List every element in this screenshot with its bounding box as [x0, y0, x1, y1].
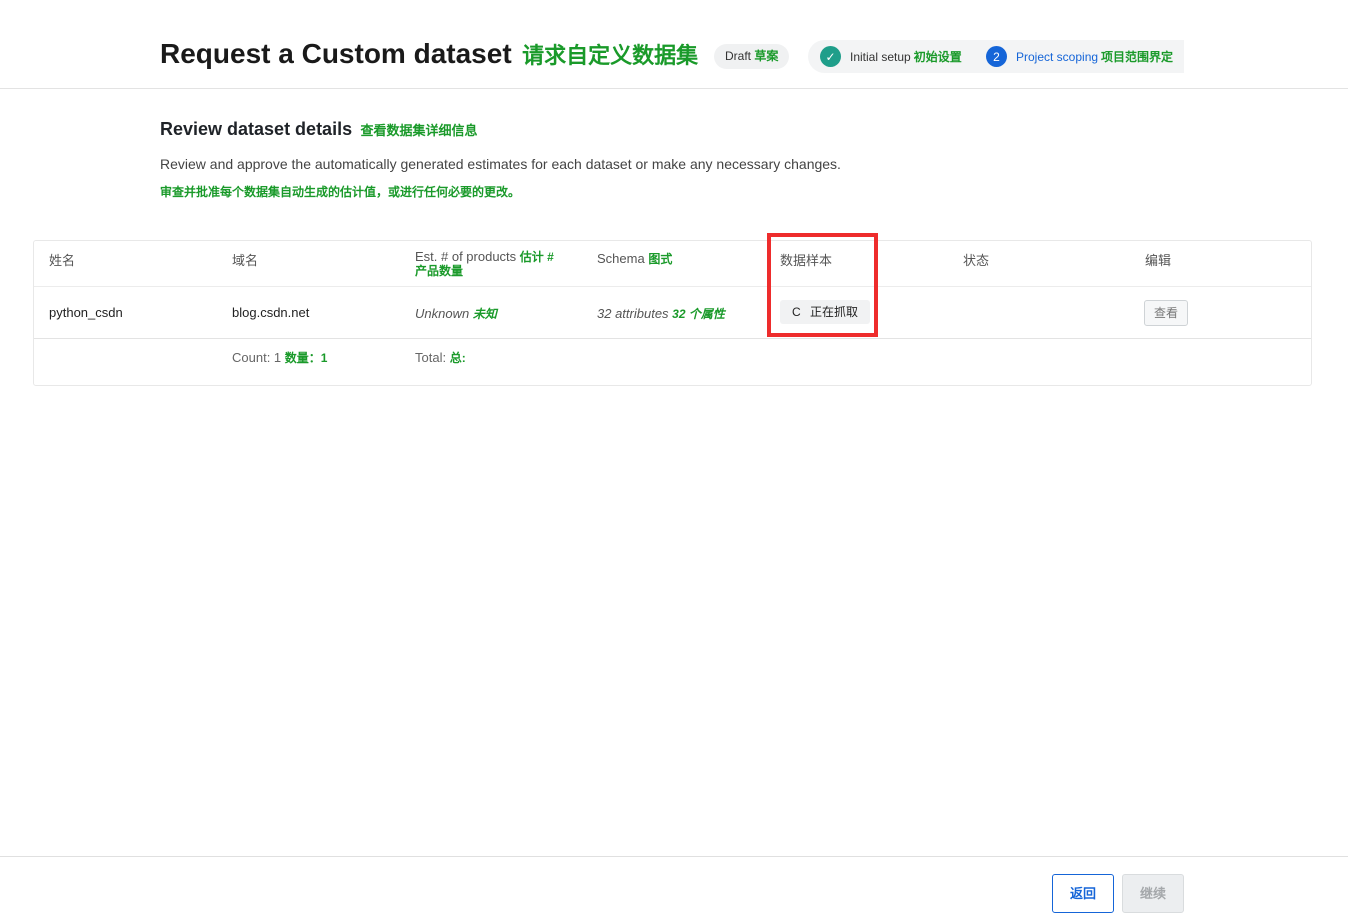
cell-schema-cn: 32 个属性: [672, 307, 725, 321]
loading-spinner-icon: C: [792, 305, 801, 319]
step-number: 2: [986, 46, 1007, 67]
scraping-status-button[interactable]: C 正在抓取: [780, 300, 871, 324]
status-badge: Draft 草案: [714, 44, 790, 69]
cell-schema[interactable]: 32 attributes 32 个属性: [597, 305, 725, 322]
page-title: Request a Custom dataset 请求自定义数据集: [160, 38, 698, 70]
back-button[interactable]: 返回: [1052, 874, 1114, 913]
view-button[interactable]: 查看: [1144, 300, 1188, 326]
page-header: Request a Custom dataset 请求自定义数据集 Draft …: [0, 0, 1348, 89]
column-header-est-products: Est. # of products 估计 # 产品数量: [415, 249, 560, 279]
cell-est-cn: 未知: [472, 307, 497, 321]
scraping-label: 正在抓取: [810, 305, 859, 319]
step-label-en: Initial setup: [850, 49, 911, 64]
dataset-table: 姓名 域名 Est. # of products 估计 # 产品数量 Schem…: [33, 240, 1312, 386]
check-icon: ✓: [820, 46, 841, 67]
total-summary: Total: 总:: [415, 349, 466, 366]
page-title-en: Request a Custom dataset: [160, 38, 512, 69]
continue-button[interactable]: 继续: [1122, 874, 1184, 913]
step-label-en: Project scoping: [1016, 49, 1099, 64]
cell-est-en: Unknown: [415, 306, 470, 321]
divider: [34, 286, 1311, 287]
section-title-cn: 查看数据集详细信息: [360, 123, 478, 138]
column-header-schema: Schema 图式: [597, 250, 672, 267]
column-header-domain: 域名: [232, 253, 259, 268]
badge-label-cn: 草案: [754, 49, 779, 63]
step-label-cn: 初始设置: [913, 50, 962, 64]
page-footer: 返回 继续: [0, 856, 1348, 918]
step-initial-setup[interactable]: ✓ Initial setup 初始设置: [820, 40, 962, 73]
progress-stepper: ✓ Initial setup 初始设置 2 Project scoping 项…: [808, 40, 1184, 73]
count-summary: Count: 1 数量：1: [232, 349, 327, 366]
divider: [34, 338, 1311, 339]
cell-domain: blog.csdn.net: [232, 305, 310, 320]
section-title-en: Review dataset details: [160, 119, 353, 139]
count-label-cn: 数量：1: [284, 351, 328, 365]
column-header-est-en: Est. # of products: [415, 249, 517, 264]
cell-est-products: Unknown 未知: [415, 305, 497, 322]
section-description-cn: 审查并批准每个数据集自动生成的估计值，或进行任何必要的更改。: [160, 185, 521, 199]
step-project-scoping[interactable]: 2 Project scoping 项目范围界定: [986, 40, 1173, 73]
column-header-name: 姓名: [49, 253, 76, 268]
column-header-sample: 数据样本: [780, 253, 833, 268]
section-description-en: Review and approve the automatically gen…: [160, 156, 841, 172]
cell-schema-en: 32 attributes: [597, 306, 669, 321]
badge-label-en: Draft: [725, 49, 752, 63]
column-header-schema-en: Schema: [597, 251, 645, 266]
section-title: Review dataset details 查看数据集详细信息: [160, 119, 478, 140]
page-title-cn: 请求自定义数据集: [522, 43, 699, 68]
count-label-en: Count: 1: [232, 350, 282, 365]
step-label-cn: 项目范围界定: [1101, 50, 1174, 64]
total-label-en: Total:: [415, 350, 447, 365]
total-label-cn: 总:: [449, 351, 466, 365]
column-header-edit: 编辑: [1145, 253, 1172, 268]
column-header-status: 状态: [963, 253, 990, 268]
column-header-schema-cn: 图式: [648, 252, 673, 266]
cell-name: python_csdn: [49, 305, 123, 320]
